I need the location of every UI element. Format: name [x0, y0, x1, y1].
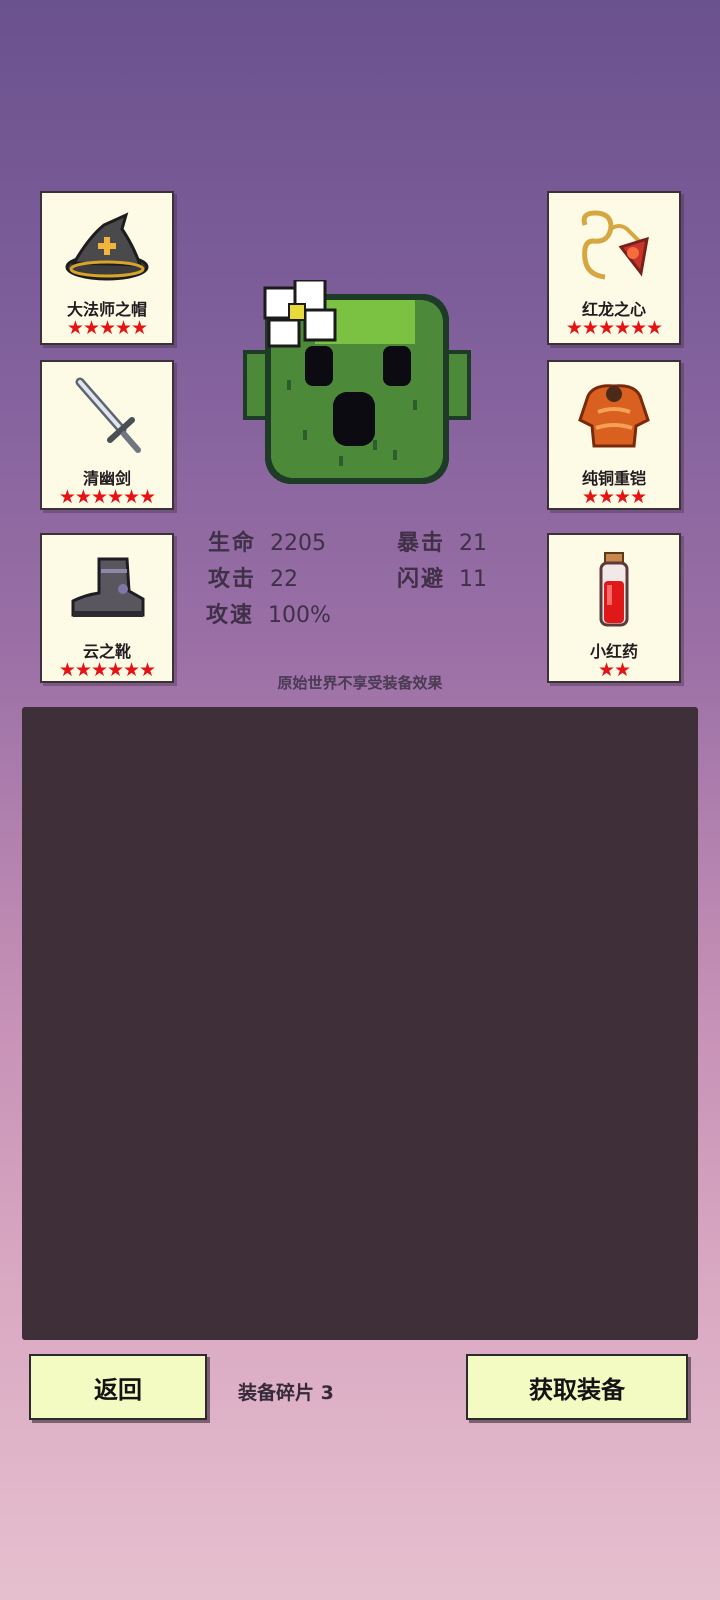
star-rating: ★★★★★★ — [565, 317, 663, 339]
stat-value: 11 — [459, 567, 488, 592]
star-rating: ★★★★★ — [66, 317, 148, 339]
stat-value: 100% — [268, 603, 331, 628]
equipment-card-wizard-hat[interactable]: 大法师之帽 ★★★★★ — [40, 191, 174, 345]
stat-label: 攻速 — [206, 603, 255, 628]
equipment-card-boot[interactable]: 云之靴 ★★★★★★ — [40, 533, 174, 683]
wizard-hat-icon — [42, 203, 172, 291]
stat-attack: 攻击 22 — [208, 561, 298, 593]
stat-value: 2205 — [270, 531, 327, 556]
stat-label: 暴击 — [397, 531, 446, 556]
stat-label: 攻击 — [208, 567, 257, 592]
armor-icon — [549, 372, 679, 460]
character-cactus-sprite — [243, 278, 471, 490]
star-rating: ★★★★ — [581, 486, 647, 508]
stat-value: 21 — [459, 531, 488, 556]
back-button[interactable]: 返回 — [29, 1354, 207, 1420]
equipment-card-sword[interactable]: 清幽剑 ★★★★★★ — [40, 360, 174, 510]
amulet-icon — [549, 203, 679, 291]
equipment-effect-note: 原始世界不享受装备效果 — [277, 674, 443, 692]
boot-icon — [42, 545, 172, 633]
stat-label: 闪避 — [397, 567, 446, 592]
equipment-fragments-count: 装备碎片 3 — [238, 1382, 334, 1404]
stat-value: 22 — [270, 567, 299, 592]
equipment-card-armor[interactable]: 纯铜重铠 ★★★★ — [547, 360, 681, 510]
star-rating: ★★★★★★ — [58, 486, 156, 508]
stat-hp: 生命 2205 — [208, 525, 326, 557]
stat-dodge: 闪避 11 — [397, 561, 487, 593]
stat-label: 生命 — [208, 531, 257, 556]
stat-crit: 暴击 21 — [397, 525, 487, 557]
equipment-card-amulet[interactable]: 红龙之心 ★★★★★★ — [547, 191, 681, 345]
potion-icon — [549, 545, 679, 633]
inventory-panel[interactable] — [22, 707, 698, 1340]
sword-icon — [42, 372, 172, 460]
stat-attack-speed: 攻速 100% — [206, 597, 331, 629]
equipment-card-potion[interactable]: 小红药 ★★ — [547, 533, 681, 683]
get-equipment-button[interactable]: 获取装备 — [466, 1354, 688, 1420]
